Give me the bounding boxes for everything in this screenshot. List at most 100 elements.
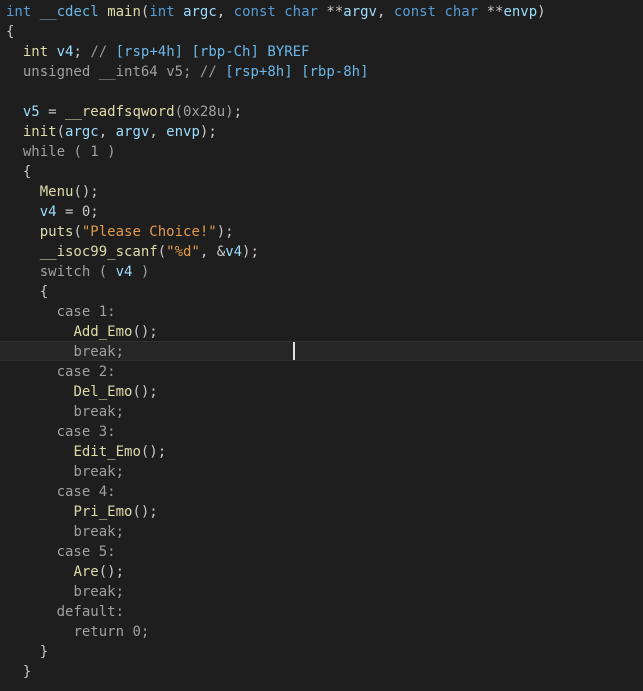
- break-line: break;: [6, 462, 124, 482]
- const-keyword: const: [393, 4, 436, 20]
- assign-zero: = 0;: [56, 204, 99, 220]
- call-args: (0x28u): [174, 104, 234, 120]
- comment-prefix: //: [90, 44, 116, 60]
- semicolon: ;: [183, 64, 192, 80]
- param-type: char: [284, 4, 318, 20]
- text-cursor: [293, 342, 295, 360]
- close-paren: ): [537, 4, 546, 20]
- case-call-line: Pri_Emo();: [73, 504, 158, 520]
- case-label: case 2:: [56, 364, 116, 380]
- loop-open-brace: {: [22, 164, 32, 180]
- switch-close-brace: }: [39, 644, 49, 660]
- while-condition: ( 1 ): [65, 144, 116, 160]
- case-label: case 4:: [56, 484, 116, 500]
- arg-argv[interactable]: argv: [116, 124, 150, 140]
- type-unsigned: unsigned: [22, 64, 91, 80]
- param-argv[interactable]: argv: [343, 4, 377, 20]
- loop-close-brace: }: [22, 664, 32, 680]
- var-v4[interactable]: v4: [116, 264, 133, 280]
- func-puts[interactable]: puts: [40, 224, 74, 240]
- break-line: break;: [6, 522, 124, 542]
- case-call-line: Add_Emo();: [73, 324, 158, 340]
- switch-line: switch ( v4 ): [6, 262, 150, 282]
- decl-v5-line: unsigned __int64 v5; // [rsp+8h] [rbp-8h…: [6, 62, 369, 82]
- current-line[interactable]: break;: [0, 341, 643, 361]
- var-v5[interactable]: v5: [166, 64, 183, 80]
- switch-open-brace: {: [39, 284, 49, 300]
- separator: ,: [376, 4, 394, 20]
- string-literal[interactable]: "Please Choice!": [82, 224, 217, 240]
- var-v4[interactable]: v4: [40, 204, 57, 220]
- param-type: int: [149, 4, 175, 20]
- call-parens: ();: [73, 184, 99, 200]
- break-statement: break;: [73, 464, 125, 480]
- function-name[interactable]: main: [107, 4, 141, 20]
- while-keyword: while: [22, 144, 66, 160]
- type-int64: __int64: [98, 64, 158, 80]
- case-call-line: Edit_Emo();: [73, 444, 167, 460]
- case-label: case 3:: [56, 424, 116, 440]
- break-statement: break;: [73, 404, 125, 420]
- pseudocode-editor[interactable]: int __cdecl main ( int argc, const char **…: [0, 0, 643, 691]
- case-label: case 5:: [56, 544, 116, 560]
- break-line: break;: [6, 582, 124, 602]
- stmt-init-line: init(argc, argv, envp);: [6, 122, 217, 142]
- param-envp[interactable]: envp: [503, 4, 537, 20]
- pointer-stars: **: [486, 4, 504, 20]
- break-statement: break;: [73, 344, 125, 360]
- type-int: int: [22, 44, 49, 60]
- func-readfsqword[interactable]: __readfsqword: [65, 104, 175, 120]
- address-of-sep: , &: [199, 244, 226, 260]
- var-v5[interactable]: v5: [23, 104, 40, 120]
- arg-argc[interactable]: argc: [65, 124, 99, 140]
- while-loop-line: while ( 1 ): [6, 142, 116, 162]
- case-call-line: Del_Emo();: [73, 384, 158, 400]
- case-call-line: Are();: [73, 564, 125, 580]
- func-menu[interactable]: Menu: [40, 184, 74, 200]
- stmt-v5-line: v5 = __readfsqword(0x28u);: [6, 102, 242, 122]
- stmt-puts-line: puts("Please Choice!");: [6, 222, 234, 242]
- func-init[interactable]: init: [23, 124, 57, 140]
- semicolon: ;: [233, 104, 243, 120]
- separator: ,: [98, 124, 116, 140]
- stack-comment: [rsp+4h] [rbp-Ch] BYREF: [115, 44, 310, 60]
- func-isoc99-scanf[interactable]: __isoc99_scanf: [40, 244, 158, 260]
- func-add-emo[interactable]: Add_Emo: [73, 324, 132, 340]
- param-argc[interactable]: argc: [183, 4, 217, 20]
- func-edit-emo[interactable]: Edit_Emo: [73, 444, 140, 460]
- return-keyword: return: [73, 624, 125, 640]
- stack-comment: [rsp+8h] [rbp-8h]: [225, 64, 369, 80]
- open-paren: (: [157, 244, 167, 260]
- format-string[interactable]: "%d": [166, 244, 200, 260]
- close-paren: );: [199, 124, 217, 140]
- close-paren: );: [242, 244, 259, 260]
- func-are[interactable]: Are: [73, 564, 98, 580]
- separator: ,: [216, 4, 234, 20]
- stmt-menu-line: Menu();: [6, 182, 99, 202]
- func-pri-emo[interactable]: Pri_Emo: [73, 504, 132, 520]
- return-line: return 0;: [6, 622, 149, 642]
- function-signature-line: int __cdecl main(int argc, const char **…: [6, 2, 546, 22]
- default-label: default:: [56, 604, 125, 620]
- func-del-emo[interactable]: Del_Emo: [73, 384, 132, 400]
- const-keyword: const: [233, 4, 276, 20]
- pointer-stars: **: [326, 4, 344, 20]
- break-statement: break;: [73, 524, 125, 540]
- comment-prefix: //: [199, 64, 226, 80]
- var-v4[interactable]: v4: [57, 44, 74, 60]
- stmt-v4-zero-line: v4 = 0;: [6, 202, 99, 222]
- open-paren: (: [73, 224, 82, 240]
- break-line: break;: [6, 402, 124, 422]
- var-v4[interactable]: v4: [225, 244, 242, 260]
- calling-convention: __cdecl: [39, 4, 99, 20]
- return-value: 0;: [124, 624, 150, 640]
- return-type: int: [6, 4, 32, 20]
- assign-op: =: [39, 104, 66, 120]
- arg-envp[interactable]: envp: [166, 124, 200, 140]
- stmt-scanf-line: __isoc99_scanf("%d", &v4);: [6, 242, 259, 262]
- param-type: char: [444, 4, 479, 20]
- close-paren: );: [216, 224, 234, 240]
- break-statement: break;: [73, 584, 125, 600]
- switch-open: (: [90, 264, 116, 280]
- separator: ,: [149, 124, 167, 140]
